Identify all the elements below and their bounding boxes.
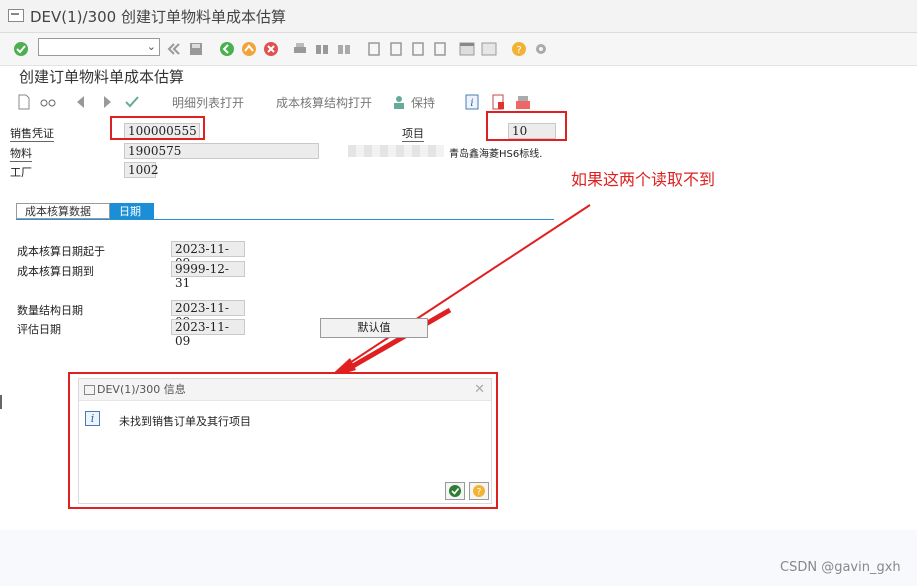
new-session-icon[interactable] bbox=[459, 41, 475, 57]
cancel-icon[interactable] bbox=[263, 41, 279, 57]
item-label: 项目 bbox=[402, 127, 424, 142]
application-toolbar: 明细列表打开 成本核算结构打开 保持 i bbox=[0, 90, 560, 114]
check-icon[interactable] bbox=[124, 94, 140, 110]
window-icon bbox=[8, 9, 24, 22]
next-page-icon[interactable] bbox=[410, 41, 426, 57]
info-dialog-highlight: DEV(1)/300 信息 ✕ i 未找到销售订单及其行项目 ? bbox=[68, 372, 498, 509]
svg-text:?: ? bbox=[516, 45, 521, 56]
svg-text:?: ? bbox=[477, 488, 482, 498]
costing-date-from-field[interactable]: 2023-11-09 bbox=[171, 241, 245, 270]
previous-arrow-icon[interactable] bbox=[73, 94, 89, 110]
material-description: 青岛鑫海菱HS6标线. bbox=[449, 149, 543, 160]
screen-title: 创建订单物料单成本估算 bbox=[19, 68, 185, 86]
valuation-date-label: 评估日期 bbox=[17, 323, 61, 336]
back-double-icon[interactable] bbox=[166, 41, 182, 57]
costing-date-to-label: 成本核算日期到 bbox=[17, 265, 94, 278]
exit-icon[interactable] bbox=[241, 41, 257, 57]
document-red-icon[interactable] bbox=[490, 94, 506, 110]
tab-dates[interactable]: 日期 bbox=[110, 203, 154, 219]
item-highlight bbox=[486, 111, 567, 141]
tab-underline bbox=[16, 219, 554, 220]
info-icon: i bbox=[85, 411, 100, 426]
watermark: CSDN @gavin_gxh bbox=[780, 560, 901, 575]
tab-costing-data[interactable]: 成本核算数据 bbox=[16, 203, 110, 219]
help-icon[interactable]: ? bbox=[511, 41, 527, 57]
dialog-titlebar: DEV(1)/300 信息 ✕ bbox=[79, 379, 491, 401]
quantity-structure-date-label: 数量结构日期 bbox=[17, 304, 83, 317]
background-area bbox=[0, 530, 917, 586]
display-glasses-icon[interactable] bbox=[40, 94, 56, 110]
detail-list-open-button[interactable]: 明细列表打开 bbox=[172, 94, 244, 111]
svg-text:i: i bbox=[470, 98, 473, 109]
info-icon[interactable]: i bbox=[464, 94, 480, 110]
sales-document-highlight bbox=[110, 116, 205, 140]
quantity-structure-date-field[interactable]: 2023-11-09 bbox=[171, 300, 245, 329]
save-icon[interactable] bbox=[188, 41, 204, 57]
default-values-button[interactable]: 默认值 bbox=[320, 318, 428, 338]
splitter-handle[interactable] bbox=[0, 395, 2, 409]
settings-gear-icon[interactable] bbox=[533, 41, 549, 57]
material-description-blurred bbox=[348, 145, 444, 157]
costing-date-from-label: 成本核算日期起于 bbox=[17, 245, 105, 258]
plant-field[interactable]: 1002 bbox=[124, 162, 159, 178]
continue-button[interactable] bbox=[445, 482, 465, 500]
costing-structure-open-button[interactable]: 成本核算结构打开 bbox=[276, 94, 372, 111]
plant-label: 工厂 bbox=[10, 166, 32, 179]
keep-button[interactable]: 保持 bbox=[411, 94, 435, 111]
command-field[interactable]: ⌄ bbox=[38, 38, 160, 56]
annotation-arrow bbox=[328, 204, 591, 378]
quantity-100-icon[interactable] bbox=[515, 94, 531, 110]
chevron-down-icon[interactable]: ⌄ bbox=[147, 40, 156, 53]
help-icon: ? bbox=[473, 485, 485, 498]
last-page-icon[interactable] bbox=[432, 41, 448, 57]
info-dialog: DEV(1)/300 信息 ✕ i 未找到销售订单及其行项目 ? bbox=[78, 378, 492, 504]
keep-user-icon bbox=[394, 96, 404, 109]
sales-document-label: 销售凭证 bbox=[10, 127, 54, 142]
back-icon[interactable] bbox=[219, 41, 235, 57]
help-button[interactable]: ? bbox=[469, 482, 489, 500]
dialog-message: 未找到销售订单及其行项目 bbox=[119, 415, 251, 428]
costing-date-to-field[interactable]: 9999-12-31 bbox=[171, 261, 245, 290]
material-field[interactable]: 1900575 bbox=[124, 143, 319, 159]
check-icon bbox=[449, 485, 461, 497]
dialog-title: DEV(1)/300 信息 bbox=[97, 383, 186, 396]
window-titlebar: DEV(1)/300 创建订单物料单成本估算 bbox=[0, 0, 917, 33]
system-toolbar: ⌄ ? bbox=[0, 33, 917, 66]
close-icon[interactable]: ✕ bbox=[474, 379, 485, 401]
window-title: DEV(1)/300 创建订单物料单成本估算 bbox=[30, 8, 286, 26]
valuation-date-field[interactable]: 2023-11-09 bbox=[171, 319, 245, 348]
print-icon[interactable] bbox=[292, 41, 308, 57]
material-label: 物料 bbox=[10, 147, 32, 162]
shortcut-icon[interactable] bbox=[481, 41, 497, 57]
dialog-window-icon bbox=[84, 385, 95, 395]
annotation-text: 如果这两个读取不到 bbox=[571, 170, 716, 189]
find-next-icon[interactable] bbox=[336, 41, 352, 57]
previous-page-icon[interactable] bbox=[388, 41, 404, 57]
next-arrow-icon[interactable] bbox=[99, 94, 115, 110]
first-page-icon[interactable] bbox=[366, 41, 382, 57]
find-icon[interactable] bbox=[314, 41, 330, 57]
new-document-icon[interactable] bbox=[16, 94, 32, 110]
enter-check-icon[interactable] bbox=[13, 41, 29, 57]
